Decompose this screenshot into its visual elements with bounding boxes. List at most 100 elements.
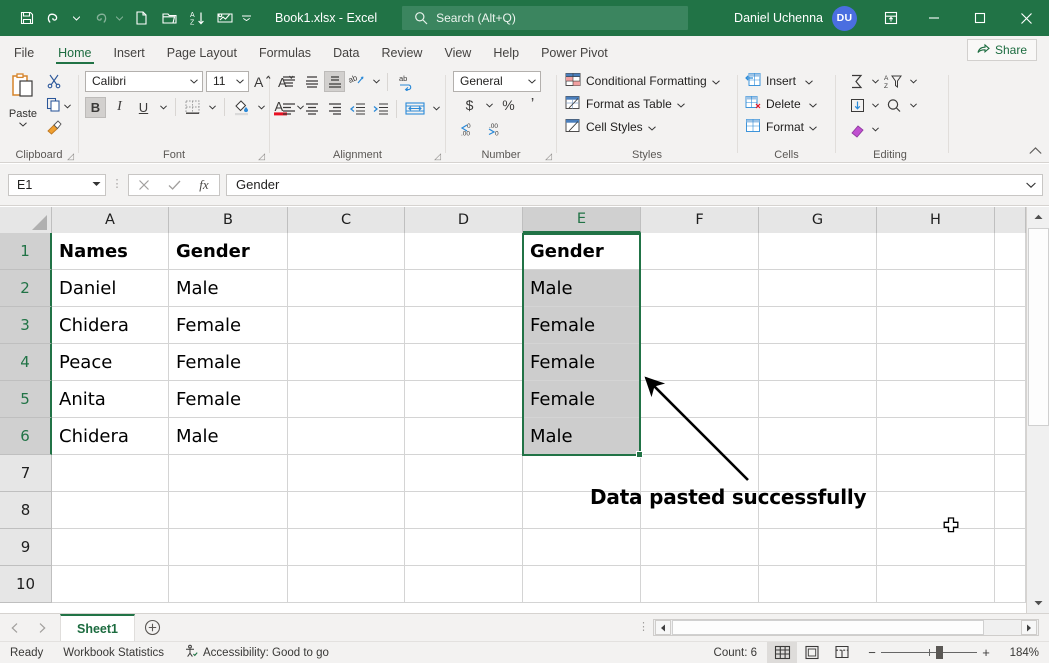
font-name-combo[interactable]: Calibri — [85, 71, 203, 92]
cell-a10[interactable] — [52, 566, 169, 603]
zoom-track[interactable] — [881, 652, 977, 653]
tab-formulas[interactable]: Formulas — [248, 47, 322, 66]
redo-icon[interactable] — [85, 5, 111, 31]
cell-d5[interactable] — [405, 381, 523, 418]
cell-c1[interactable] — [288, 233, 405, 270]
cell-g4[interactable] — [759, 344, 877, 381]
cell-h9[interactable] — [877, 529, 995, 566]
fill-color-chevron-down-icon[interactable] — [255, 97, 267, 118]
scroll-left-icon[interactable] — [655, 620, 671, 635]
zoom-in-button[interactable]: + — [977, 645, 995, 660]
cell-i7[interactable] — [995, 455, 1026, 492]
normal-view-icon[interactable] — [767, 642, 797, 663]
column-header-h[interactable]: H — [877, 207, 995, 233]
row-header-6[interactable]: 6 — [0, 418, 52, 455]
cell-e9[interactable] — [523, 529, 641, 566]
cell-f9[interactable] — [641, 529, 759, 566]
cell-f1[interactable] — [641, 233, 759, 270]
customize-qat-icon[interactable] — [240, 5, 253, 31]
cell-styles-button[interactable]: Cell Styles — [565, 116, 720, 138]
accounting-chevron-down-icon[interactable] — [483, 95, 495, 116]
cell-b2[interactable]: Male — [169, 270, 288, 307]
cell-a7[interactable] — [52, 455, 169, 492]
name-box-chevron-down-icon[interactable] — [92, 180, 101, 189]
cell-e3[interactable]: Female — [523, 307, 641, 344]
clipboard-dialog-launcher[interactable]: ◿ — [67, 151, 74, 162]
column-header-i-partial[interactable] — [995, 207, 1026, 233]
cell-b7[interactable] — [169, 455, 288, 492]
tab-view[interactable]: View — [433, 47, 482, 66]
cell-d10[interactable] — [405, 566, 523, 603]
find-select-chevron-down-icon[interactable] — [907, 95, 919, 116]
column-header-b[interactable]: B — [169, 207, 288, 233]
tab-home[interactable]: Home — [47, 47, 102, 66]
count-indicator[interactable]: Count: 6 — [704, 647, 767, 659]
format-as-table-chevron-down-icon[interactable] — [677, 97, 685, 111]
column-header-a[interactable]: A — [52, 207, 169, 233]
cell-h8[interactable] — [877, 492, 995, 529]
zoom-thumb[interactable] — [936, 646, 943, 659]
fill-handle[interactable] — [636, 451, 643, 458]
cell-i9[interactable] — [995, 529, 1026, 566]
scroll-right-icon[interactable] — [1021, 620, 1037, 635]
font-size-chevron-down-icon[interactable] — [236, 77, 244, 86]
chart-icon[interactable] — [212, 5, 238, 31]
cell-i1[interactable] — [995, 233, 1026, 270]
formula-input[interactable]: Gender — [226, 174, 1043, 196]
cell-h1[interactable] — [877, 233, 995, 270]
top-align-icon[interactable] — [278, 71, 299, 92]
maximize-button[interactable] — [957, 0, 1003, 36]
center-align-icon[interactable] — [301, 98, 322, 119]
format-chevron-down-icon[interactable] — [809, 120, 817, 134]
tab-data[interactable]: Data — [322, 47, 370, 66]
tab-review[interactable]: Review — [370, 47, 433, 66]
cell-b9[interactable] — [169, 529, 288, 566]
cell-a1[interactable]: Names — [52, 233, 169, 270]
align-left-icon[interactable] — [278, 98, 299, 119]
cell-e5[interactable]: Female — [523, 381, 641, 418]
cell-h7[interactable] — [877, 455, 995, 492]
cell-a4[interactable]: Peace — [52, 344, 169, 381]
search-box[interactable]: Search (Alt+Q) — [402, 6, 688, 30]
new-icon[interactable] — [128, 5, 154, 31]
cell-d2[interactable] — [405, 270, 523, 307]
number-format-combo[interactable]: General — [453, 71, 541, 92]
cell-e10[interactable] — [523, 566, 641, 603]
cell-c10[interactable] — [288, 566, 405, 603]
cell-h3[interactable] — [877, 307, 995, 344]
cell-g5[interactable] — [759, 381, 877, 418]
column-header-d[interactable]: D — [405, 207, 523, 233]
font-size-combo[interactable]: 11 — [206, 71, 249, 92]
cell-g6[interactable] — [759, 418, 877, 455]
tab-file[interactable]: File — [0, 47, 47, 66]
increase-decimal-icon[interactable]: .00 0 — [485, 119, 509, 140]
workbook-statistics-button[interactable]: Workbook Statistics — [53, 647, 174, 659]
cell-e6[interactable]: Male — [523, 418, 641, 455]
vertical-scroll-thumb[interactable] — [1028, 228, 1049, 426]
percent-format-icon[interactable]: % — [498, 95, 519, 116]
column-header-e[interactable]: E — [523, 207, 641, 233]
page-layout-view-icon[interactable] — [797, 642, 827, 663]
cell-f6[interactable] — [641, 418, 759, 455]
tab-help[interactable]: Help — [482, 47, 530, 66]
fill-chevron-down-icon[interactable] — [869, 95, 881, 116]
format-cells-button[interactable]: Format — [745, 116, 817, 138]
cut-button[interactable] — [46, 73, 62, 94]
autosum-icon[interactable] — [845, 71, 869, 92]
cell-c7[interactable] — [288, 455, 405, 492]
cell-i6[interactable] — [995, 418, 1026, 455]
row-header-9[interactable]: 9 — [0, 529, 52, 566]
cell-i3[interactable] — [995, 307, 1026, 344]
cell-a2[interactable]: Daniel — [52, 270, 169, 307]
row-header-7[interactable]: 7 — [0, 455, 52, 492]
borders-button[interactable] — [182, 97, 203, 118]
underline-chevron-down-icon[interactable] — [157, 97, 169, 118]
clear-icon[interactable] — [845, 119, 869, 140]
cell-e1[interactable]: Gender — [523, 233, 641, 270]
cell-b1[interactable]: Gender — [169, 233, 288, 270]
horizontal-scroll-thumb[interactable] — [672, 620, 984, 635]
cell-f10[interactable] — [641, 566, 759, 603]
cell-b8[interactable] — [169, 492, 288, 529]
cell-h4[interactable] — [877, 344, 995, 381]
clear-chevron-down-icon[interactable] — [869, 119, 881, 140]
